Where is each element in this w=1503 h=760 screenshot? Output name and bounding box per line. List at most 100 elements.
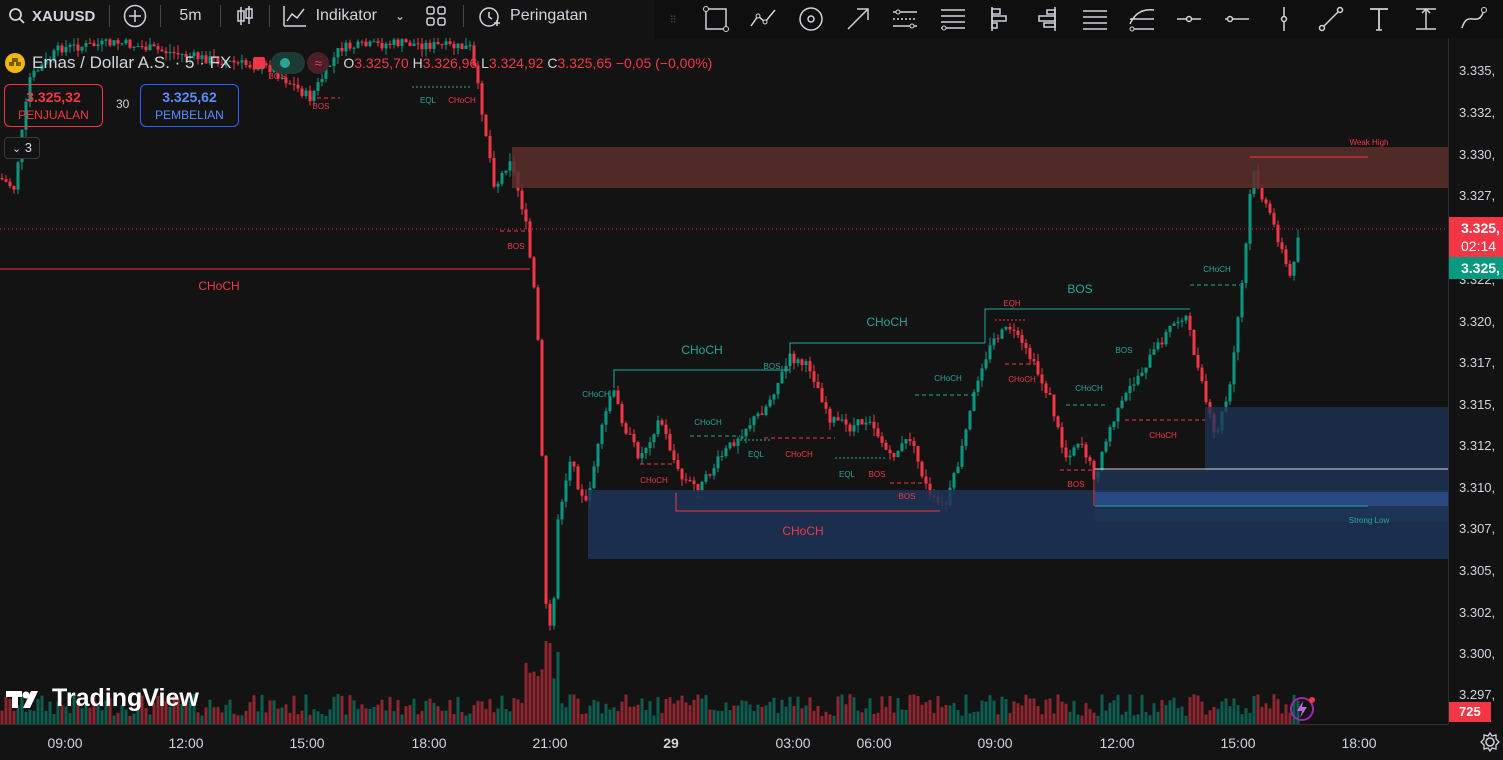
arrow-tool-icon[interactable] <box>843 4 873 34</box>
curve-tool-icon[interactable] <box>1458 4 1488 34</box>
candle-body <box>660 420 664 425</box>
volume-bar <box>1080 715 1084 724</box>
indicators-collapse-button[interactable]: ⌄ 3 <box>4 137 40 159</box>
rectangle-tool-icon[interactable] <box>701 4 731 34</box>
candle-body <box>88 42 92 44</box>
volume-bar <box>592 699 596 724</box>
candle-body <box>872 421 876 429</box>
volume-bar <box>760 706 764 724</box>
volume-bar <box>360 704 364 724</box>
volume-bar <box>888 696 892 724</box>
candle-body <box>668 433 672 451</box>
parallel-channel-icon[interactable] <box>890 4 920 34</box>
price-tick-label: 3.310, <box>1459 480 1496 495</box>
volume-profile-icon[interactable] <box>1032 4 1062 34</box>
candle-body <box>1048 393 1052 395</box>
compare-button[interactable] <box>114 0 156 32</box>
volume-bar <box>512 698 516 724</box>
candle-body <box>632 433 636 443</box>
volume-bar <box>1112 700 1116 724</box>
candle-body <box>1200 367 1204 382</box>
candle-body <box>584 495 588 501</box>
candle-body <box>1032 359 1036 362</box>
candle-body <box>1056 416 1060 428</box>
volume-bar <box>808 697 812 724</box>
volume-bar <box>336 694 340 724</box>
lightning-icon[interactable] <box>1288 694 1318 724</box>
layouts-button[interactable] <box>413 0 459 32</box>
measure-tool-icon[interactable] <box>1411 4 1441 34</box>
volume-bar <box>1156 711 1160 724</box>
chart-type-button[interactable] <box>225 0 265 32</box>
candle-body <box>368 41 372 47</box>
candle-body <box>532 257 536 288</box>
alerts-button[interactable]: Peringatan <box>468 0 595 32</box>
interval-button[interactable]: 5m <box>165 0 215 32</box>
flag-tool-icon[interactable] <box>985 4 1015 34</box>
sell-price: 3.325,32 <box>26 89 81 105</box>
candle-body <box>1160 342 1164 345</box>
text-lines-icon[interactable] <box>1080 4 1110 34</box>
horizontal-line-icon[interactable] <box>1222 4 1252 34</box>
volume-bar <box>1260 706 1264 724</box>
indicators-button[interactable]: Indikator ⌄ <box>274 0 413 32</box>
time-tick-label: 12:00 <box>168 735 204 751</box>
candle-body <box>908 439 912 442</box>
path-tool-icon[interactable] <box>748 4 778 34</box>
trend-line-icon[interactable] <box>1316 4 1346 34</box>
candle-body <box>656 420 660 435</box>
choch-label: CHoCH <box>640 476 668 485</box>
drag-handle-icon[interactable] <box>670 4 684 34</box>
volume-bar <box>496 708 500 724</box>
candle-body <box>776 383 780 395</box>
volume-bar <box>460 711 464 724</box>
volume-bar <box>1232 698 1236 724</box>
tradingview-logo[interactable]: TradingView <box>6 684 199 713</box>
time-axis[interactable]: 09:00 12:00 15:00 18:00 21:00 29 03:00 06:00 09:… <box>0 724 1448 760</box>
fib-retracement-icon[interactable] <box>938 4 968 34</box>
volume-bar <box>412 698 416 724</box>
volume-bar <box>1152 703 1156 724</box>
candlestick-icon <box>236 6 253 25</box>
candle-body <box>1004 326 1008 330</box>
volume-bar <box>392 711 396 724</box>
volume-bar <box>532 671 536 724</box>
candle-body <box>620 404 624 424</box>
volume-bar <box>1176 708 1180 724</box>
sell-button[interactable]: 3.325,32 PENJUALAN <box>4 84 103 127</box>
text-tool-icon[interactable] <box>1364 4 1394 34</box>
volume-bar <box>256 711 260 724</box>
volume-bar <box>288 712 292 724</box>
candle-body <box>92 43 96 47</box>
volume-bar <box>608 709 612 724</box>
regression-icon[interactable] <box>1127 4 1157 34</box>
time-tick-label: 03:00 <box>775 735 811 751</box>
volume-bar <box>1052 713 1056 724</box>
settings-gear-icon[interactable] <box>1479 731 1501 753</box>
volume-bar <box>744 701 748 724</box>
candle-body <box>1028 348 1032 360</box>
candle-body <box>1184 315 1188 321</box>
volume-bar <box>804 705 808 724</box>
volume-bar <box>516 699 520 724</box>
buy-button[interactable]: 3.325,62 PEMBELIAN <box>140 84 239 127</box>
horizontal-ray-icon[interactable] <box>1174 4 1204 34</box>
vertical-line-icon[interactable] <box>1269 4 1299 34</box>
circle-tool-icon[interactable] <box>796 4 826 34</box>
candle-body <box>528 221 532 258</box>
volume-bar <box>1144 712 1148 724</box>
price-axis[interactable]: 3.335,3.332,3.330,3.327,3.325,3.322,3.32… <box>1448 38 1503 724</box>
volume-bar <box>1092 712 1096 724</box>
chart-pane[interactable]: CHoCH CHoCH CHoCH BOS CHoCH Weak High St… <box>0 38 1448 724</box>
candle-body <box>1228 384 1232 402</box>
symbol-search[interactable]: XAUUSD <box>0 0 103 32</box>
drawing-tools-bar <box>655 0 1503 38</box>
volume-bar <box>800 708 804 724</box>
price-chart[interactable]: CHoCH CHoCH CHoCH BOS CHoCH Weak High St… <box>0 38 1448 724</box>
symbol-legend[interactable]: Emas / Dollar A.S. · 5 · FX ≈ O3.325,70 … <box>4 52 712 74</box>
candle-body <box>480 83 484 115</box>
volume-bar <box>1212 706 1216 724</box>
candle-body <box>144 46 148 51</box>
volume-bar <box>944 704 948 724</box>
logo-text: TradingView <box>52 684 199 712</box>
